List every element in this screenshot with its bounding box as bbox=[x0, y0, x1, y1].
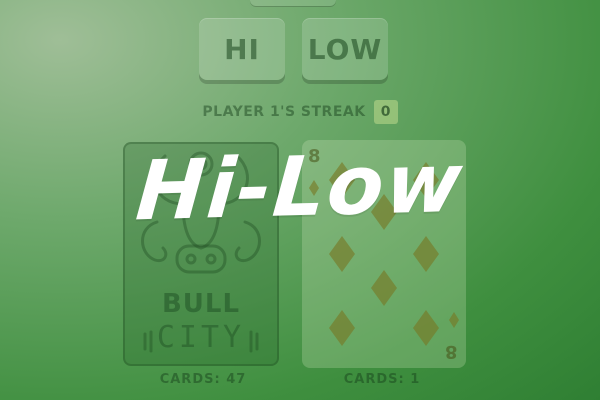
top-control-tab[interactable] bbox=[250, 0, 336, 6]
deck-logo-line2: CITY bbox=[156, 320, 246, 355]
low-button[interactable]: LOW bbox=[302, 18, 388, 80]
streak-row: PLAYER 1'S STREAK 0 bbox=[0, 97, 600, 127]
discard-cards-count: CARDS: 1 bbox=[343, 372, 421, 387]
game-title: Hi-Low bbox=[132, 135, 468, 240]
deck-cards-count: CARDS: 47 bbox=[159, 372, 247, 387]
deck-logo-line1: BULL bbox=[161, 289, 241, 319]
streak-label: PLAYER 1'S STREAK bbox=[202, 104, 366, 120]
streak-count-badge: 0 bbox=[373, 100, 398, 124]
hi-button[interactable]: HI bbox=[199, 18, 285, 80]
